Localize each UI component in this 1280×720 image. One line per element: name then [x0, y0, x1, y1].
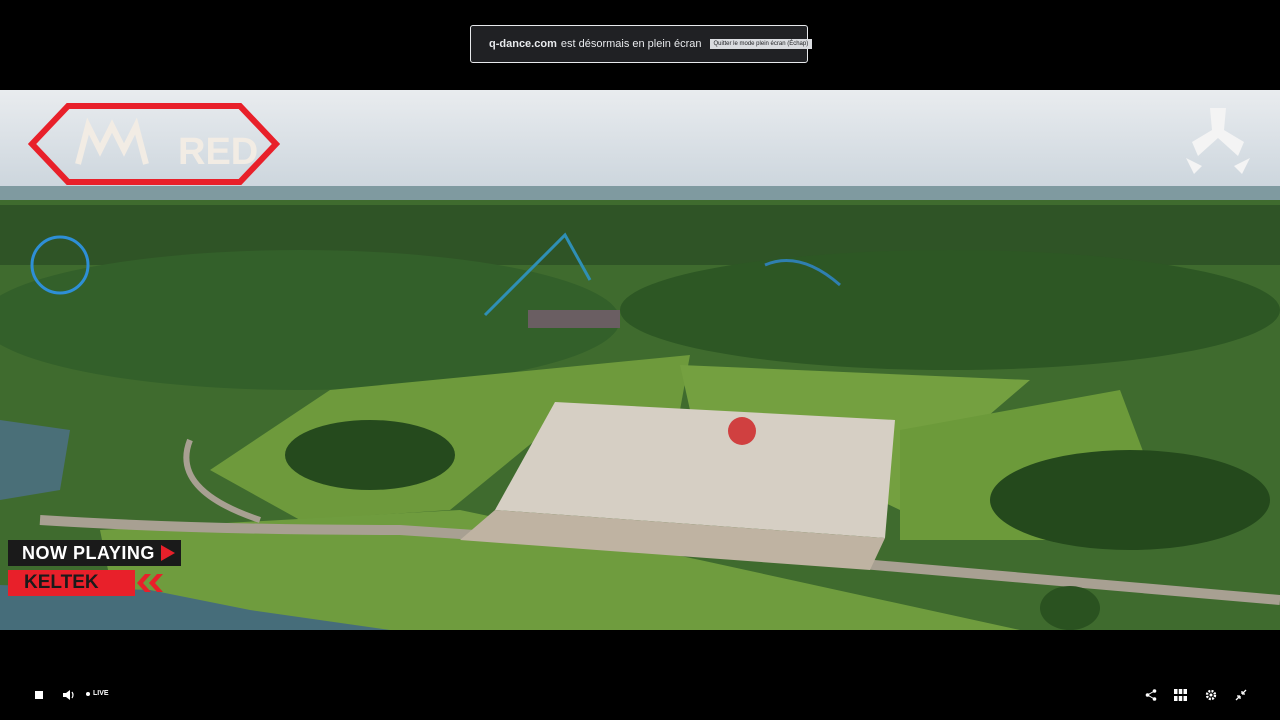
- now-playing-label: NOW PLAYING: [22, 542, 155, 563]
- chevron-icon: [137, 574, 163, 592]
- player-controls: LIVE: [0, 680, 1280, 710]
- live-dot-icon: [86, 691, 90, 696]
- share-icon: [1145, 689, 1157, 701]
- settings-icon: [1205, 689, 1217, 701]
- settings-button[interactable]: [1202, 680, 1220, 710]
- artist-badge: KELTEK: [8, 570, 181, 596]
- stop-icon: [35, 691, 43, 699]
- notification-domain: q-dance.com: [489, 38, 557, 50]
- share-button[interactable]: [1142, 680, 1160, 710]
- artist-name: KELTEK: [8, 570, 135, 596]
- exit-fullscreen-icon: [1235, 689, 1247, 701]
- grid-icon: [1173, 689, 1187, 701]
- logo-text: RED: [178, 131, 258, 173]
- play-arrow-icon: [160, 545, 175, 561]
- notification-message: est désormais en plein écran: [560, 38, 702, 50]
- defqon-logo: [1186, 108, 1250, 174]
- red-stage-logo: RED: [28, 103, 280, 185]
- now-playing-overlay: NOW PLAYING KELTEK: [8, 540, 181, 596]
- now-playing-badge: NOW PLAYING: [8, 540, 181, 566]
- grid-button[interactable]: [1171, 680, 1189, 710]
- exit-fullscreen-button[interactable]: Quitter le mode plein écran (Échap): [709, 39, 813, 49]
- exit-fullscreen-control[interactable]: [1232, 680, 1250, 710]
- volume-button[interactable]: [58, 680, 80, 710]
- fullscreen-notification: q-dance.com est désormais en plein écran…: [470, 25, 813, 63]
- stop-button[interactable]: [30, 680, 48, 710]
- live-label: LIVE: [93, 690, 109, 697]
- live-indicator: LIVE: [86, 690, 109, 697]
- volume-icon: [63, 690, 74, 700]
